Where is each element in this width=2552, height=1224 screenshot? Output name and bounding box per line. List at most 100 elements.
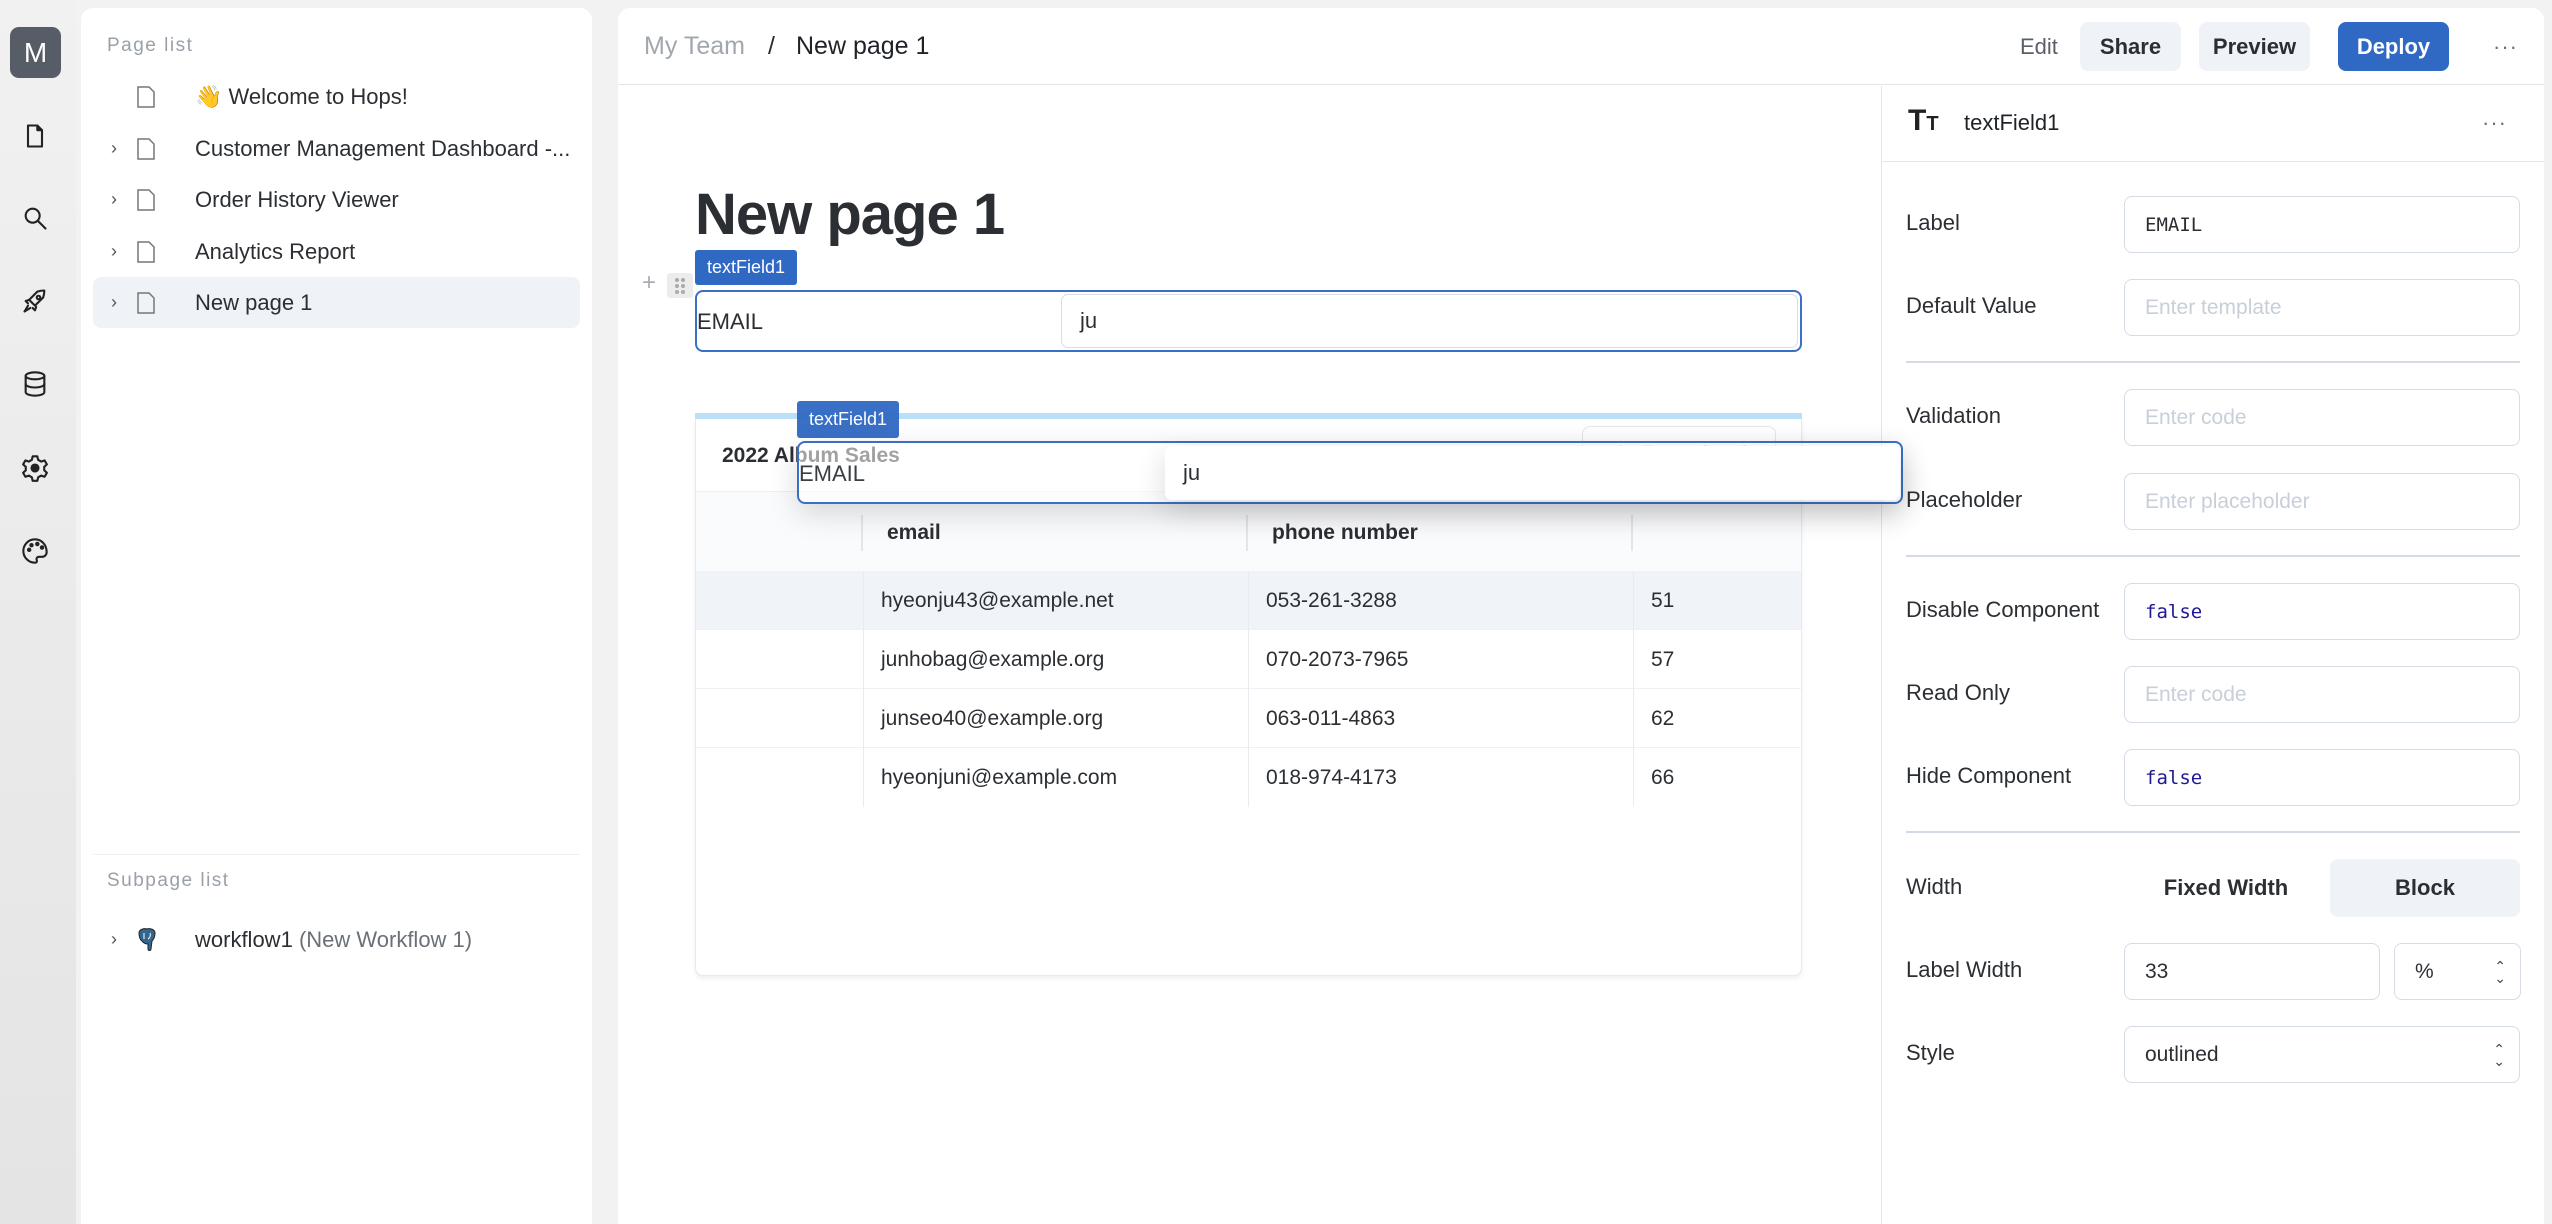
updown-chevron-icon: ⌃ ⌄ — [2493, 1040, 2505, 1069]
palette-icon — [22, 538, 48, 564]
page-item-label: New page 1 — [195, 289, 313, 315]
prop-label-width-label: Label Width — [1906, 957, 2023, 982]
text-field-label: EMAIL — [697, 309, 764, 334]
cell-email: hyeonjuni@example.com — [863, 748, 1248, 807]
subpage-list-heading: Subpage list — [107, 870, 230, 891]
cell-number: 57 — [1633, 630, 1801, 689]
table-row[interactable]: hyeonjuni@example.com 018-974-4173 66 — [696, 748, 1801, 807]
prop-read-only-label: Read Only — [1906, 680, 2010, 705]
prop-width-label: Width — [1906, 874, 1963, 899]
text-type-icon: TT — [1908, 104, 1939, 137]
search-nav-button[interactable] — [19, 202, 51, 234]
deploy-button[interactable]: Deploy — [2338, 22, 2449, 71]
page-item-welcome[interactable]: 👋 Welcome to Hops! — [93, 71, 580, 122]
page-title: New page 1 — [695, 182, 1005, 247]
table-row[interactable]: junseo40@example.org 063-011-4863 62 — [696, 689, 1801, 748]
table-row[interactable]: hyeonju43@example.net 053-261-3288 51 — [696, 571, 1801, 630]
drag-ghost-text-field[interactable]: EMAIL ju — [797, 441, 1903, 504]
section-divider — [1906, 555, 2520, 557]
pages-nav-button[interactable] — [19, 120, 51, 152]
page-item-new-page-1[interactable]: › New page 1 — [93, 277, 580, 328]
hide-component-input[interactable]: false — [2124, 749, 2520, 806]
editor-main: My Team / New page 1 Edit Share Preview … — [618, 8, 2545, 1224]
drag-ghost-tag: textField1 — [797, 401, 899, 438]
properties-header: TT textField1 ··· — [1882, 86, 2545, 162]
drag-handle-icon[interactable] — [667, 273, 693, 298]
email-input[interactable]: ju — [1061, 294, 1798, 348]
drag-ghost-input: ju — [1165, 446, 1900, 500]
file-icon — [137, 137, 155, 160]
page-item-analytics-report[interactable]: › Analytics Report — [93, 226, 580, 277]
file-icon — [137, 188, 155, 211]
database-icon — [24, 371, 46, 397]
table-row[interactable]: junhobag@example.org 070-2073-7965 57 — [696, 630, 1801, 689]
add-component-icon[interactable]: + — [642, 269, 656, 297]
breadcrumb-team-link[interactable]: My Team — [644, 32, 745, 61]
file-icon — [26, 124, 44, 148]
subpage-item-workflow1[interactable]: › workflow1 (New Workflow 1) — [93, 914, 580, 965]
share-button[interactable]: Share — [2080, 22, 2181, 71]
deploy-nav-button[interactable] — [19, 285, 51, 317]
rocket-icon — [23, 289, 46, 313]
subpage-divider — [93, 854, 580, 855]
cell-number: 51 — [1633, 571, 1801, 630]
updown-chevron-icon: ⌃ ⌄ — [2494, 957, 2506, 986]
column-header-phone[interactable]: phone number — [1246, 515, 1631, 551]
subpage-item-label: workflow1 (New Workflow 1) — [195, 927, 472, 953]
cell-phone: 053-261-3288 — [1248, 571, 1633, 630]
label-input[interactable]: EMAIL — [2124, 196, 2520, 253]
chevron-right-icon[interactable]: › — [111, 929, 125, 950]
more-options-icon[interactable]: ··· — [2493, 34, 2518, 60]
read-only-input[interactable]: Enter code — [2124, 666, 2520, 723]
prop-placeholder-label: Placeholder — [1906, 487, 2023, 512]
page-item-label: 👋 Welcome to Hops! — [195, 83, 408, 109]
breadcrumb-current-page: New page 1 — [796, 32, 930, 60]
column-header-extra[interactable] — [1631, 515, 1801, 551]
edit-button[interactable]: Edit — [2020, 34, 2058, 60]
column-header-email[interactable]: email — [861, 515, 1246, 551]
file-icon — [137, 85, 155, 108]
file-icon — [137, 240, 155, 263]
workflow-detail: (New Workflow 1) — [298, 926, 473, 952]
chevron-right-icon[interactable]: › — [111, 189, 125, 210]
icon-rail: M — [0, 0, 76, 1224]
chevron-right-icon[interactable]: › — [111, 241, 125, 262]
file-icon — [137, 291, 155, 314]
chevron-right-icon[interactable]: › — [111, 138, 125, 159]
breadcrumb-separator: / — [768, 32, 775, 60]
page-item-customer-management[interactable]: › Customer Management Dashboard -... — [93, 123, 580, 174]
prop-label-label: Label — [1906, 210, 1960, 235]
editor-header: My Team / New page 1 Edit Share Preview … — [618, 8, 2544, 85]
width-option-fixed[interactable]: Fixed Width — [2124, 859, 2328, 917]
section-divider — [1906, 361, 2520, 363]
placeholder-input[interactable]: Enter placeholder — [2124, 473, 2520, 530]
default-value-input[interactable]: Enter template — [2124, 279, 2520, 336]
text-field-component[interactable]: EMAIL ju — [695, 290, 1802, 352]
page-item-label: Customer Management Dashboard -... — [195, 135, 571, 161]
page-list-panel: Page list 👋 Welcome to Hops! › Customer … — [81, 8, 592, 1224]
preview-button[interactable]: Preview — [2199, 22, 2310, 71]
validation-input[interactable]: Enter code — [2124, 389, 2520, 446]
label-width-unit-select[interactable]: % ⌃ ⌄ — [2394, 943, 2521, 1000]
chevron-right-icon[interactable]: › — [111, 292, 125, 313]
prop-hide-component-label: Hide Component — [1906, 763, 2072, 788]
style-select[interactable]: outlined ⌃ ⌄ — [2124, 1026, 2520, 1083]
section-divider — [1906, 831, 2520, 833]
page-item-order-history[interactable]: › Order History Viewer — [93, 174, 580, 225]
disable-component-input[interactable]: false — [2124, 583, 2520, 640]
label-width-input[interactable]: 33 — [2124, 943, 2380, 1000]
unit-value: % — [2415, 959, 2434, 983]
theme-nav-button[interactable] — [19, 535, 51, 567]
cell-email: hyeonju43@example.net — [863, 571, 1248, 630]
workspace-avatar[interactable]: M — [10, 27, 61, 78]
cell-number: 66 — [1633, 748, 1801, 807]
cell-email: junhobag@example.org — [863, 630, 1248, 689]
cell-number: 62 — [1633, 689, 1801, 748]
component-tag[interactable]: textField1 — [695, 250, 797, 285]
settings-nav-button[interactable] — [19, 452, 51, 484]
database-nav-button[interactable] — [19, 368, 51, 400]
component-name[interactable]: textField1 — [1964, 110, 2059, 136]
prop-style-label: Style — [1906, 1040, 1955, 1065]
component-more-icon[interactable]: ··· — [2482, 110, 2507, 136]
width-option-block[interactable]: Block — [2330, 859, 2520, 917]
